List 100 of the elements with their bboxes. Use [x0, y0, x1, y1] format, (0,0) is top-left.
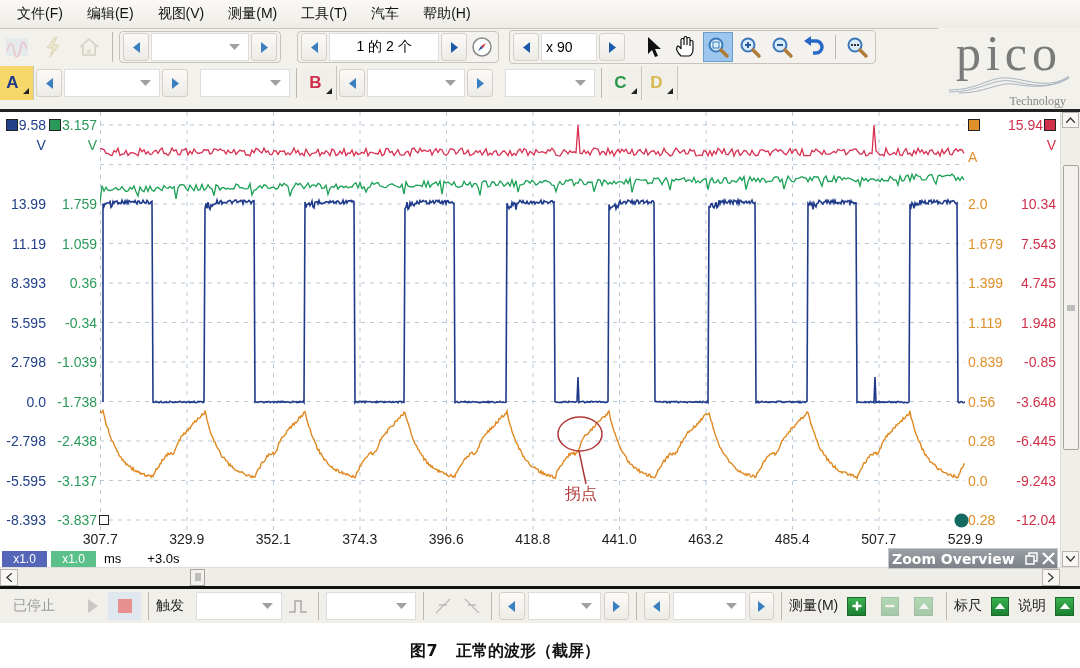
caret-icon: [395, 603, 407, 609]
x-unit-label: ms: [104, 551, 122, 566]
dropdown-field[interactable]: [64, 69, 160, 97]
axis-tick-label: 5.595: [10, 313, 46, 333]
scroll-up-button[interactable]: [1062, 112, 1079, 128]
axis-tick-label: -9.243: [1016, 471, 1056, 491]
up-caret-icon: [1066, 117, 1075, 123]
caret-icon: [270, 80, 281, 86]
previous-button[interactable]: [339, 69, 365, 97]
close-button[interactable]: [1040, 552, 1057, 565]
left-arrow-icon: [132, 41, 140, 53]
axis-tick-label: 13.99: [10, 195, 46, 215]
previous-button[interactable]: [301, 33, 327, 61]
grip-icon: [1066, 304, 1075, 311]
axis-tick-label: 1.059: [61, 234, 97, 254]
dropdown-field[interactable]: [527, 592, 601, 620]
right-arrow-icon: [613, 600, 621, 612]
down-caret-icon: [1066, 556, 1075, 562]
scale-chip[interactable]: x1.0: [2, 550, 47, 567]
axis-tick-label: -6.445: [1016, 432, 1056, 452]
grip-icon: [194, 573, 201, 581]
channel-button[interactable]: A: [0, 66, 34, 100]
menu-item[interactable]: 帮助(H): [423, 5, 471, 23]
previous-button[interactable]: [123, 33, 149, 61]
previous-button[interactable]: [499, 592, 525, 620]
axis-tick-label: -0.34: [65, 313, 97, 333]
next-button[interactable]: [441, 33, 467, 61]
menu-item[interactable]: 工具(T): [301, 5, 348, 23]
menu-item[interactable]: 测量(M): [228, 5, 278, 23]
axis-tick-label: 1.759: [61, 195, 97, 215]
caret-icon: [725, 603, 737, 609]
zoom-field[interactable]: x 90: [541, 33, 597, 61]
x-tick-label: 463.2: [687, 532, 725, 547]
axis-tick-label: 11.19: [11, 234, 46, 254]
menu-item[interactable]: 文件(F): [17, 5, 63, 23]
next-button[interactable]: [748, 592, 775, 620]
trigger-label: 触发: [156, 597, 186, 615]
zoom-in-icon: [738, 35, 762, 59]
dropdown-field[interactable]: [151, 33, 249, 61]
measurements-label: 测量(M): [789, 597, 839, 615]
caret-icon: [580, 603, 592, 609]
previous-button[interactable]: [644, 592, 670, 620]
next-button[interactable]: [251, 33, 277, 61]
corner-caret-icon: [631, 88, 637, 94]
axis-unit: A: [968, 149, 978, 165]
toggle-button[interactable]: [990, 596, 1010, 616]
zoom-out-icon: [770, 35, 794, 59]
stop-icon: [117, 599, 132, 613]
next-button[interactable]: [599, 33, 625, 61]
axis-tick-label: 0.28: [968, 511, 996, 531]
axis-tick-label: -2.438: [57, 432, 97, 452]
axis-tick-label: 1.679: [968, 234, 1004, 254]
axis-tick-label: 0.28: [968, 432, 996, 452]
axis-tick-label: -5.595: [6, 471, 46, 491]
dropdown-field[interactable]: [672, 592, 746, 620]
caret-icon: [140, 80, 151, 86]
caret-icon: [262, 603, 274, 609]
dropdown-field[interactable]: [200, 69, 290, 97]
annotation-circle: [557, 416, 603, 452]
dropdown-field[interactable]: [505, 69, 595, 97]
dropdown-field[interactable]: [325, 592, 416, 620]
menu-item[interactable]: 视图(V): [157, 5, 205, 23]
caret-icon: [575, 80, 586, 86]
previous-button[interactable]: [36, 69, 62, 97]
toggle-button[interactable]: [1055, 596, 1074, 616]
left-arrow-icon: [45, 77, 53, 89]
scroll-right-button[interactable]: [1042, 568, 1060, 586]
add-button[interactable]: [847, 596, 866, 616]
dropdown-field[interactable]: [196, 592, 283, 620]
previous-button[interactable]: [513, 33, 539, 61]
next-button[interactable]: [162, 69, 188, 97]
scrollbar-thumb[interactable]: [1062, 165, 1079, 450]
stop-button[interactable]: [108, 592, 142, 620]
dropdown-field[interactable]: [367, 69, 465, 97]
zoom-fit-icon: [845, 35, 869, 59]
play-icon: [87, 599, 98, 613]
restore-icon: [1025, 552, 1038, 565]
right-arrow-icon: [260, 41, 268, 53]
menu-item[interactable]: 编辑(E): [86, 5, 134, 23]
axis-unit: V: [36, 137, 46, 153]
axis-tick-label: 0.839: [968, 353, 1004, 373]
right-arrow-icon: [476, 77, 484, 89]
axis-tick-label: -3.837: [57, 511, 97, 531]
axis-tick-label: 1.119: [968, 313, 1002, 333]
axis-tick-label: 0.36: [69, 274, 97, 294]
left-caret-icon: [6, 572, 12, 582]
scroll-down-button[interactable]: [1062, 551, 1079, 567]
corner-caret-icon: [326, 88, 332, 94]
axis-tick-label: -8.393: [6, 511, 46, 531]
logo-wordmark: pico: [955, 24, 1063, 82]
next-button[interactable]: [603, 592, 630, 620]
compass-icon: [471, 36, 493, 58]
next-button[interactable]: [467, 69, 493, 97]
page-field[interactable]: 1 的 2 个: [329, 33, 439, 61]
panel-title: Zoom Overview: [892, 550, 1016, 567]
menu-item[interactable]: 汽车: [371, 5, 400, 23]
scrollbar-thumb[interactable]: [190, 568, 205, 586]
axis-tick-label: 1.948: [1020, 313, 1056, 333]
scroll-left-button[interactable]: [0, 568, 18, 586]
zoom-icon: [706, 35, 730, 59]
